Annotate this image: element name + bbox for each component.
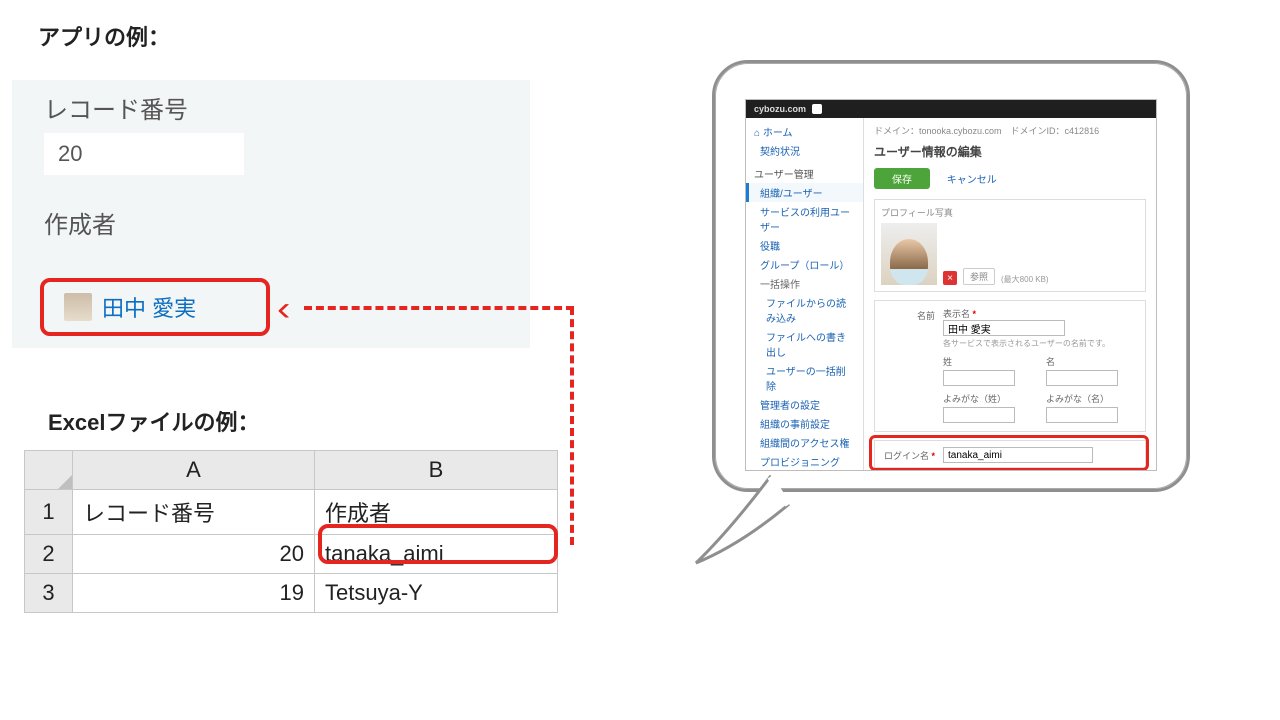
excel-corner-cell (25, 451, 73, 490)
admin-sidebar: ホーム 契約状況 ユーザー管理 組織/ユーザー サービスの利用ユーザー 役職 グ… (746, 118, 864, 470)
login-name-section: ログイン名 (874, 440, 1146, 468)
admin-main: ドメイン：tonooka.cybozu.com ドメインID：c412816 ユ… (864, 118, 1156, 470)
excel-cell: Tetsuya-Y (315, 574, 558, 613)
record-number-label: レコード番号 (44, 90, 500, 125)
excel-row-number: 3 (25, 574, 73, 613)
avatar-icon (64, 293, 92, 321)
relation-arrow-vertical (570, 307, 574, 545)
sidebar-item-org-presetting[interactable]: 組織の事前設定 (746, 414, 863, 433)
sidebar-item-contract[interactable]: 契約状況 (746, 141, 863, 160)
given-name-input[interactable] (1046, 370, 1118, 386)
excel-cell: 20 (73, 535, 315, 574)
sidebar-item-bulk-delete[interactable]: ユーザーの一括削除 (746, 361, 863, 395)
surname-input[interactable] (943, 370, 1015, 386)
record-number-value: 20 (44, 133, 244, 175)
given-kana-label: よみがな（名） (1046, 392, 1139, 405)
given-kana-input[interactable] (1046, 407, 1118, 423)
profile-photo-label: プロフィール写真 (881, 206, 1139, 219)
file-size-note: (最大800 KB) (1001, 274, 1049, 285)
display-name-label: 表示名 (943, 307, 1139, 320)
sidebar-item-bulk-import[interactable]: ファイルからの読み込み (746, 293, 863, 327)
creator-user-link[interactable]: 田中 愛実 (102, 291, 196, 323)
page-title: ユーザー情報の編集 (874, 143, 1146, 160)
admin-topbar: cybozu.com (746, 100, 1156, 118)
browse-file-button[interactable]: 参照 (963, 268, 995, 285)
apps-icon (812, 104, 822, 114)
surname-kana-input[interactable] (943, 407, 1015, 423)
excel-col-a-header: A (73, 451, 315, 490)
creator-highlight-box: 田中 愛実 (40, 278, 270, 336)
excel-cell: レコード番号 (73, 490, 315, 535)
domain-info: ドメイン：tonooka.cybozu.com ドメインID：c412816 (874, 124, 1146, 137)
sidebar-item-service-users[interactable]: サービスの利用ユーザー (746, 202, 863, 236)
creator-label: 作成者 (44, 205, 500, 240)
profile-photo (881, 223, 937, 285)
display-name-hint: 各サービスで表示されるユーザーの名前です。 (943, 338, 1139, 349)
login-name-highlight (869, 435, 1149, 471)
sidebar-heading-user-mgmt: ユーザー管理 (746, 162, 863, 183)
given-name-label: 名 (1046, 355, 1139, 368)
surname-kana-label: よみがな（姓） (943, 392, 1036, 405)
sidebar-item-groups[interactable]: グループ（ロール） (746, 255, 863, 274)
sidebar-item-org-user[interactable]: 組織/ユーザー (746, 183, 863, 202)
sidebar-item-admin-set[interactable]: 管理者の設定 (746, 395, 863, 414)
brand-label: cybozu.com (754, 104, 806, 114)
excel-row-number: 2 (25, 535, 73, 574)
sidebar-item-bulk: 一括操作 (746, 274, 863, 293)
app-example-title: アプリの例： (38, 20, 170, 52)
relation-arrow-head: ‹ (277, 292, 291, 326)
sidebar-item-provisioning[interactable]: プロビジョニング (746, 452, 863, 471)
excel-login-highlight (318, 524, 558, 564)
admin-screenshot-bubble: cybozu.com ホーム 契約状況 ユーザー管理 組織/ユーザー サービスの… (712, 60, 1190, 492)
name-section-label: 名前 (881, 307, 943, 322)
sidebar-item-bulk-export[interactable]: ファイルへの書き出し (746, 327, 863, 361)
save-button[interactable]: 保存 (874, 168, 930, 189)
surname-label: 姓 (943, 355, 1036, 368)
table-row: 3 19 Tetsuya-Y (25, 574, 558, 613)
name-section: 名前 表示名 各サービスで表示されるユーザーの名前です。 姓 (874, 300, 1146, 432)
sidebar-item-org-access[interactable]: 組織間のアクセス権 (746, 433, 863, 452)
sidebar-home[interactable]: ホーム (746, 122, 863, 141)
admin-window: cybozu.com ホーム 契約状況 ユーザー管理 組織/ユーザー サービスの… (745, 99, 1157, 471)
excel-example-title: Excelファイルの例： (48, 405, 260, 437)
profile-photo-section: プロフィール写真 × 参照 (最大800 KB) (874, 199, 1146, 292)
display-name-input[interactable] (943, 320, 1065, 336)
excel-cell: 19 (73, 574, 315, 613)
cancel-link[interactable]: キャンセル (947, 175, 997, 186)
excel-col-b-header: B (315, 451, 558, 490)
delete-photo-button[interactable]: × (943, 271, 957, 285)
excel-row-number: 1 (25, 490, 73, 535)
relation-arrow-line (304, 306, 574, 310)
speech-bubble-tail (690, 475, 790, 565)
sidebar-item-roles[interactable]: 役職 (746, 236, 863, 255)
